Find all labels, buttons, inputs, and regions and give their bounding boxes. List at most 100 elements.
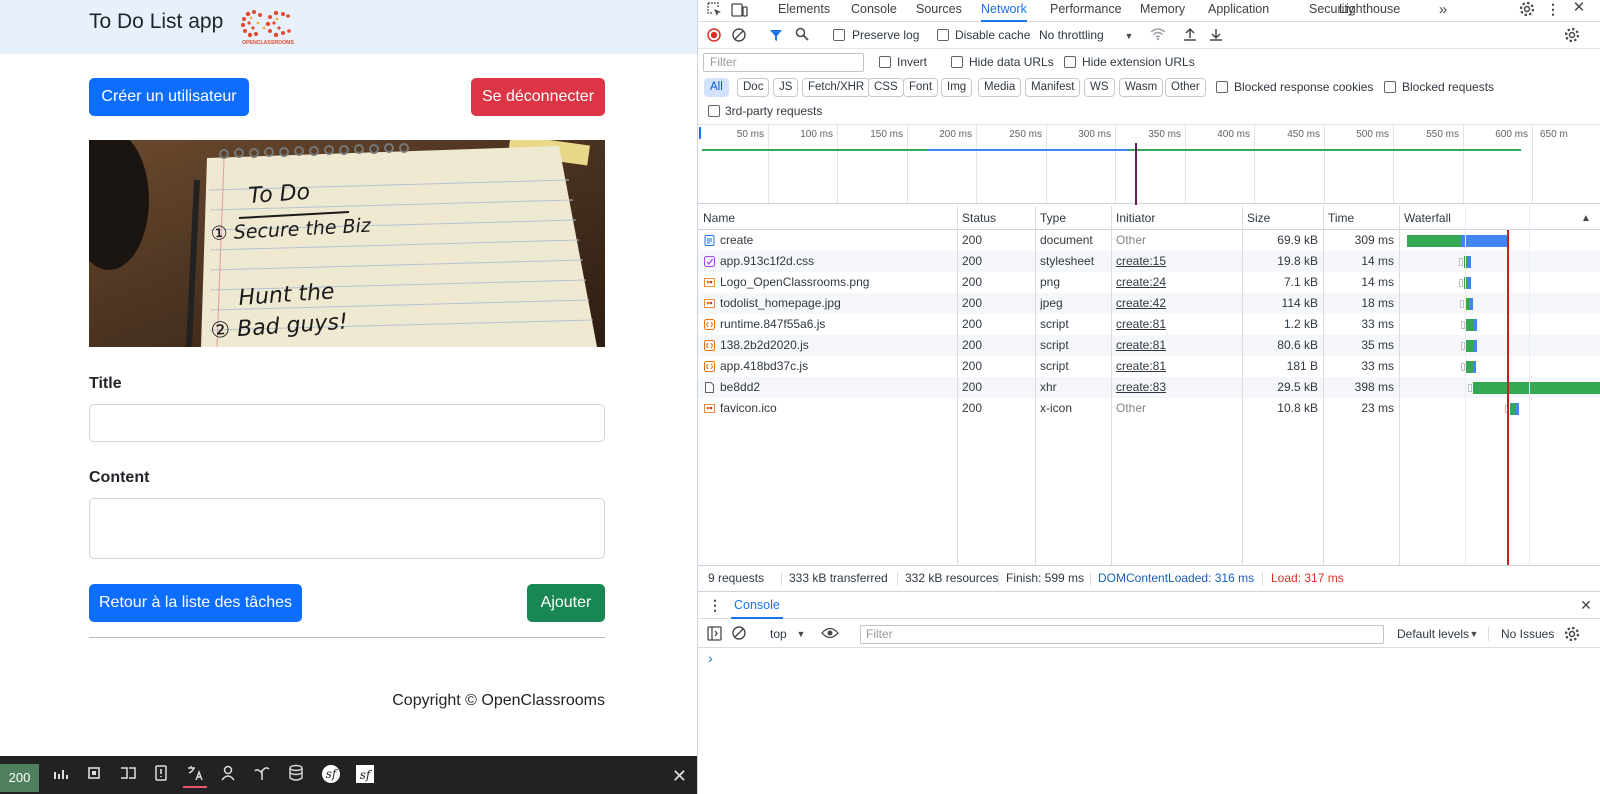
record-stop-icon[interactable] <box>706 28 722 45</box>
live-expression-eye-icon[interactable] <box>821 626 839 643</box>
create-user-button[interactable]: Créer un utilisateur <box>89 78 249 116</box>
waterfall-bar[interactable] <box>1473 361 1476 373</box>
network-settings-icon[interactable] <box>1564 27 1580 46</box>
twig-icon[interactable] <box>250 764 274 788</box>
col-name[interactable]: Name <box>703 206 736 230</box>
blocked-response-cookies-checkbox[interactable] <box>1216 81 1228 93</box>
more-tabs-icon[interactable]: » <box>1435 2 1451 18</box>
network-conditions-icon[interactable] <box>1150 27 1166 44</box>
translation-icon[interactable] <box>183 764 207 788</box>
sort-ascending-icon[interactable]: ▲ <box>1580 211 1592 227</box>
hide-extension-urls-checkbox[interactable] <box>1064 56 1076 68</box>
add-task-button[interactable]: Ajouter <box>527 584 605 622</box>
close-devtools-icon[interactable]: ✕ <box>1571 0 1587 16</box>
context-select[interactable]: top <box>770 627 787 641</box>
tab-network[interactable]: Network <box>981 0 1027 22</box>
settings-gear-icon[interactable] <box>1518 1 1536 20</box>
chip-font[interactable]: Font <box>903 78 939 97</box>
console-clear-icon[interactable] <box>731 626 747 643</box>
search-icon[interactable] <box>794 27 810 44</box>
disable-cache-checkbox[interactable] <box>937 29 949 41</box>
chip-css[interactable]: CSS <box>868 78 904 97</box>
waterfall-bar[interactable] <box>1474 319 1477 331</box>
console-prompt-chevron-icon[interactable]: › <box>708 650 713 666</box>
throttling-select[interactable]: No throttling <box>1039 28 1104 42</box>
cpu-icon[interactable] <box>82 764 106 788</box>
waterfall-bar[interactable] <box>1461 235 1507 247</box>
app-title[interactable]: To Do List app <box>89 10 223 34</box>
waterfall-bar[interactable] <box>1407 235 1461 247</box>
preserve-log-checkbox[interactable] <box>833 29 845 41</box>
filter-funnel-icon[interactable] <box>768 28 784 45</box>
console-filter-input[interactable]: Filter <box>860 625 1384 644</box>
chip-all[interactable]: All <box>704 78 729 97</box>
tab-memory[interactable]: Memory <box>1140 0 1185 22</box>
export-har-icon[interactable] <box>1208 27 1224 44</box>
logs-icon[interactable] <box>149 764 173 788</box>
col-waterfall[interactable]: Waterfall <box>1404 206 1451 230</box>
title-input[interactable] <box>89 404 605 442</box>
context-dropdown-icon[interactable]: ▼ <box>796 626 806 642</box>
tab-application[interactable]: Application <box>1208 0 1269 22</box>
routing-icon[interactable] <box>116 764 140 788</box>
blocked-requests-checkbox[interactable] <box>1384 81 1396 93</box>
status-code-badge[interactable]: 200 <box>0 764 39 792</box>
openclassrooms-logo[interactable]: OPENCLASSROOMS <box>238 6 298 46</box>
request-initiator[interactable]: create:81 <box>1116 314 1236 335</box>
drawer-tab-console[interactable]: Console <box>731 593 783 619</box>
invert-checkbox[interactable] <box>879 56 891 68</box>
request-initiator[interactable]: create:83 <box>1116 377 1236 398</box>
waterfall-bar[interactable] <box>1516 403 1519 415</box>
col-size[interactable]: Size <box>1247 206 1271 230</box>
inspect-element-icon[interactable] <box>706 2 722 20</box>
chip-wasm[interactable]: Wasm <box>1119 78 1164 97</box>
network-filter-input[interactable]: Filter <box>703 53 864 72</box>
device-toolbar-icon[interactable] <box>730 2 748 20</box>
console-sidebar-icon[interactable] <box>706 626 722 644</box>
request-initiator[interactable]: create:42 <box>1116 293 1236 314</box>
clear-icon[interactable] <box>731 28 747 45</box>
waterfall-bar[interactable] <box>1469 298 1473 310</box>
third-party-checkbox[interactable] <box>708 105 720 117</box>
chip-manifest[interactable]: Manifest <box>1025 78 1081 97</box>
chip-js[interactable]: JS <box>773 78 799 97</box>
request-initiator[interactable]: create:81 <box>1116 335 1236 356</box>
security-icon[interactable] <box>216 764 240 788</box>
content-textarea[interactable] <box>89 498 605 559</box>
symfony-icon[interactable]: sf <box>319 764 343 788</box>
log-levels-dropdown-icon[interactable]: ▼ <box>1469 626 1479 642</box>
log-levels-select[interactable]: Default levels <box>1397 627 1469 641</box>
throttling-dropdown-icon[interactable]: ▼ <box>1124 28 1134 44</box>
waterfall-bar[interactable] <box>1473 382 1600 394</box>
close-drawer-icon[interactable]: ✕ <box>1578 597 1594 613</box>
hide-data-urls-checkbox[interactable] <box>951 56 963 68</box>
more-options-icon[interactable]: ⋮ <box>1546 1 1560 17</box>
chip-media[interactable]: Media <box>978 78 1022 97</box>
network-overview-timeline[interactable]: 50 ms 100 ms 150 ms 200 ms 250 ms 300 ms… <box>698 124 1600 205</box>
chip-doc[interactable]: Doc <box>737 78 770 97</box>
waterfall-bar[interactable] <box>1474 340 1477 352</box>
col-type[interactable]: Type <box>1040 206 1067 230</box>
tab-sources[interactable]: Sources <box>916 0 962 22</box>
logout-button[interactable]: Se déconnecter <box>471 78 605 116</box>
chip-other[interactable]: Other <box>1165 78 1206 97</box>
chip-fetch-xhr[interactable]: Fetch/XHR <box>802 78 871 97</box>
waterfall-bar[interactable] <box>1467 256 1471 268</box>
console-settings-icon[interactable] <box>1564 626 1580 645</box>
tab-lighthouse[interactable]: Lighthouse <box>1339 0 1400 22</box>
performance-icon[interactable] <box>49 764 73 788</box>
request-initiator[interactable]: create:24 <box>1116 272 1236 293</box>
waterfall-bar[interactable] <box>1467 277 1471 289</box>
tab-performance[interactable]: Performance <box>1050 0 1122 22</box>
import-har-icon[interactable] <box>1182 27 1198 44</box>
drawer-menu-icon[interactable]: ⋮ <box>708 597 722 613</box>
symfony-config-icon[interactable]: sf <box>353 764 377 788</box>
tab-elements[interactable]: Elements <box>778 0 830 22</box>
close-toolbar-icon[interactable]: ✕ <box>672 764 687 788</box>
col-status[interactable]: Status <box>962 206 997 230</box>
request-initiator[interactable]: create:81 <box>1116 356 1236 377</box>
request-initiator[interactable]: create:15 <box>1116 251 1236 272</box>
col-time[interactable]: Time <box>1328 206 1355 230</box>
database-icon[interactable] <box>284 764 308 788</box>
col-initiator[interactable]: Initiator <box>1116 206 1156 230</box>
